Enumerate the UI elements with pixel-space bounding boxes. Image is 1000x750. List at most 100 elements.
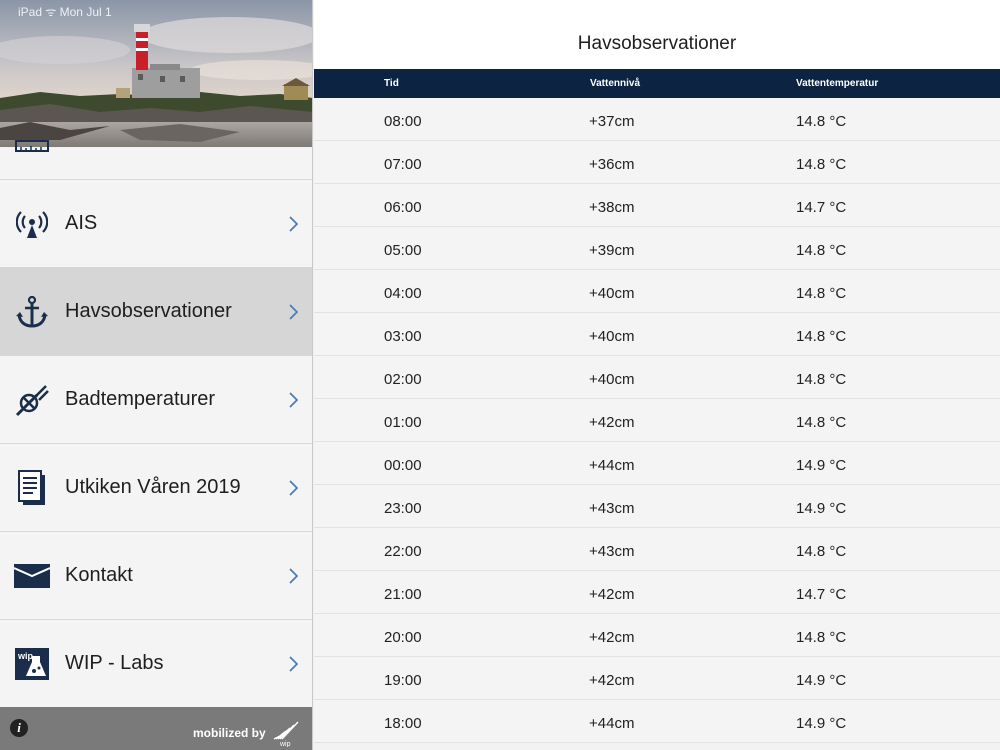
table-row: 04:00 +40cm 14.8 °C <box>314 270 1000 313</box>
sidebar-item-label: Kontakt <box>65 564 133 586</box>
cell-water-temperature: 14.8 °C <box>796 328 847 345</box>
cell-water-temperature: 14.9 °C <box>796 672 847 689</box>
cell-time: 00:00 <box>384 457 422 474</box>
column-header-tid: Tid <box>384 78 399 89</box>
mobilized-by-label: mobilized by <box>193 726 266 740</box>
labs-flask-icon: wip <box>14 646 50 682</box>
cell-water-temperature: 14.8 °C <box>796 414 847 431</box>
cell-water-level: +36cm <box>589 156 635 173</box>
chevron-right-icon <box>289 215 298 232</box>
cell-water-temperature: 14.8 °C <box>796 113 847 130</box>
cell-water-level: +40cm <box>589 285 635 302</box>
column-header-vattenniva: Vattennivå <box>590 78 641 89</box>
anchor-icon <box>14 294 50 330</box>
cell-time: 18:00 <box>384 715 422 732</box>
table-row: 08:00 +37cm 14.8 °C <box>314 98 1000 141</box>
main-panel: Havsobservationer Tid Vattennivå Vattent… <box>314 0 1000 750</box>
cell-water-temperature: 14.7 °C <box>796 199 847 216</box>
cell-water-level: +42cm <box>589 629 635 646</box>
cell-water-level: +40cm <box>589 371 635 388</box>
cell-time: 03:00 <box>384 328 422 345</box>
cell-water-temperature: 14.8 °C <box>796 242 847 259</box>
cell-time: 05:00 <box>384 242 422 259</box>
sidebar-item-partial[interactable] <box>0 140 312 180</box>
table-row: 03:00 +40cm 14.8 °C <box>314 313 1000 356</box>
chevron-right-icon <box>289 479 298 496</box>
table-row: 05:00 +39cm 14.8 °C <box>314 227 1000 270</box>
cell-time: 01:00 <box>384 414 422 431</box>
cell-time: 08:00 <box>384 113 422 130</box>
cell-water-temperature: 14.8 °C <box>796 543 847 560</box>
sidebar-item-badtemperaturer[interactable]: Badtemperaturer <box>0 356 312 444</box>
cell-water-temperature: 14.8 °C <box>796 371 847 388</box>
cell-water-level: +40cm <box>589 328 635 345</box>
sidebar-footer: i mobilized by wip <box>0 707 312 750</box>
cell-water-temperature: 14.8 °C <box>796 285 847 302</box>
wip-logo-icon[interactable]: wip <box>272 721 300 747</box>
cell-water-temperature: 14.9 °C <box>796 500 847 517</box>
cell-water-level: +42cm <box>589 672 635 689</box>
cell-water-temperature: 14.7 °C <box>796 586 847 603</box>
chevron-right-icon <box>289 391 298 408</box>
cell-water-temperature: 14.8 °C <box>796 629 847 646</box>
sidebar-item-label: Badtemperaturer <box>65 388 216 410</box>
cell-time: 23:00 <box>384 500 422 517</box>
cell-water-level: +42cm <box>589 414 635 431</box>
cell-water-level: +43cm <box>589 500 635 517</box>
sidebar-item-label: WIP - Labs <box>65 652 164 674</box>
sidebar-item-label: Havsobservationer <box>65 300 232 322</box>
antenna-icon <box>14 206 50 242</box>
sidebar-item-utkiken[interactable]: Utkiken Våren 2019 <box>0 444 312 532</box>
chevron-right-icon <box>289 655 298 672</box>
page-title: Havsobservationer <box>577 33 737 54</box>
cell-water-level: +44cm <box>589 457 635 474</box>
table-row: 01:00 +42cm 14.8 °C <box>314 399 1000 442</box>
cell-time: 20:00 <box>384 629 422 646</box>
cell-time: 04:00 <box>384 285 422 302</box>
cell-water-level: +38cm <box>589 199 635 216</box>
envelope-icon <box>14 558 50 594</box>
table-row: 02:00 +40cm 14.8 °C <box>314 356 1000 399</box>
column-header-vattentemperatur: Vattentemperatur <box>796 78 879 89</box>
info-icon[interactable]: i <box>10 719 28 737</box>
wip-logo-text: wip <box>279 741 291 747</box>
no-swimming-icon <box>14 382 50 418</box>
sidebar-item-kontakt[interactable]: Kontakt <box>0 532 312 620</box>
table-row: 21:00 +42cm 14.7 °C <box>314 571 1000 614</box>
navigation-bar: Havsobservationer <box>314 0 1000 69</box>
sidebar: iPad ᯤ Mon Jul 1 AIS Havsobservationer B… <box>0 0 313 750</box>
cell-water-level: +39cm <box>589 242 635 259</box>
table-row: 07:00 +36cm 14.8 °C <box>314 141 1000 184</box>
sidebar-item-havsobservationer[interactable]: Havsobservationer <box>0 268 312 356</box>
cell-time: 19:00 <box>384 672 422 689</box>
cell-water-temperature: 14.8 °C <box>796 156 847 173</box>
table-row: 22:00 +43cm 14.8 °C <box>314 528 1000 571</box>
svg-text:wip: wip <box>17 651 34 661</box>
sidebar-item-wip-labs[interactable]: wip WIP - Labs <box>0 620 312 708</box>
cell-time: 22:00 <box>384 543 422 560</box>
sidebar-item-label: Utkiken Våren 2019 <box>65 476 241 498</box>
table-row: 23:00 +43cm 14.9 °C <box>314 485 1000 528</box>
cell-time: 06:00 <box>384 199 422 216</box>
cell-time: 07:00 <box>384 156 422 173</box>
document-icon <box>14 469 50 506</box>
table-row: 18:00 +44cm 14.9 °C <box>314 700 1000 743</box>
table-row: 00:00 +44cm 14.9 °C <box>314 442 1000 485</box>
table-row: 20:00 +42cm 14.8 °C <box>314 614 1000 657</box>
chevron-right-icon <box>289 567 298 584</box>
ruler-icon <box>14 129 50 165</box>
cell-time: 02:00 <box>384 371 422 388</box>
chevron-right-icon <box>289 303 298 320</box>
table-row: 19:00 +42cm 14.9 °C <box>314 657 1000 700</box>
cell-time: 21:00 <box>384 586 422 603</box>
sidebar-menu: AIS Havsobservationer Badtemperaturer Ut… <box>0 140 312 708</box>
sidebar-item-ais[interactable]: AIS <box>0 180 312 268</box>
sidebar-item-label: AIS <box>65 212 98 234</box>
cell-water-level: +42cm <box>589 586 635 603</box>
table-row: 06:00 +38cm 14.7 °C <box>314 184 1000 227</box>
table-header: Tid Vattennivå Vattentemperatur <box>314 69 1000 98</box>
status-bar-text: iPad ᯤ Mon Jul 1 <box>18 5 112 19</box>
cell-water-level: +44cm <box>589 715 635 732</box>
cell-water-temperature: 14.9 °C <box>796 715 847 732</box>
cell-water-level: +43cm <box>589 543 635 560</box>
